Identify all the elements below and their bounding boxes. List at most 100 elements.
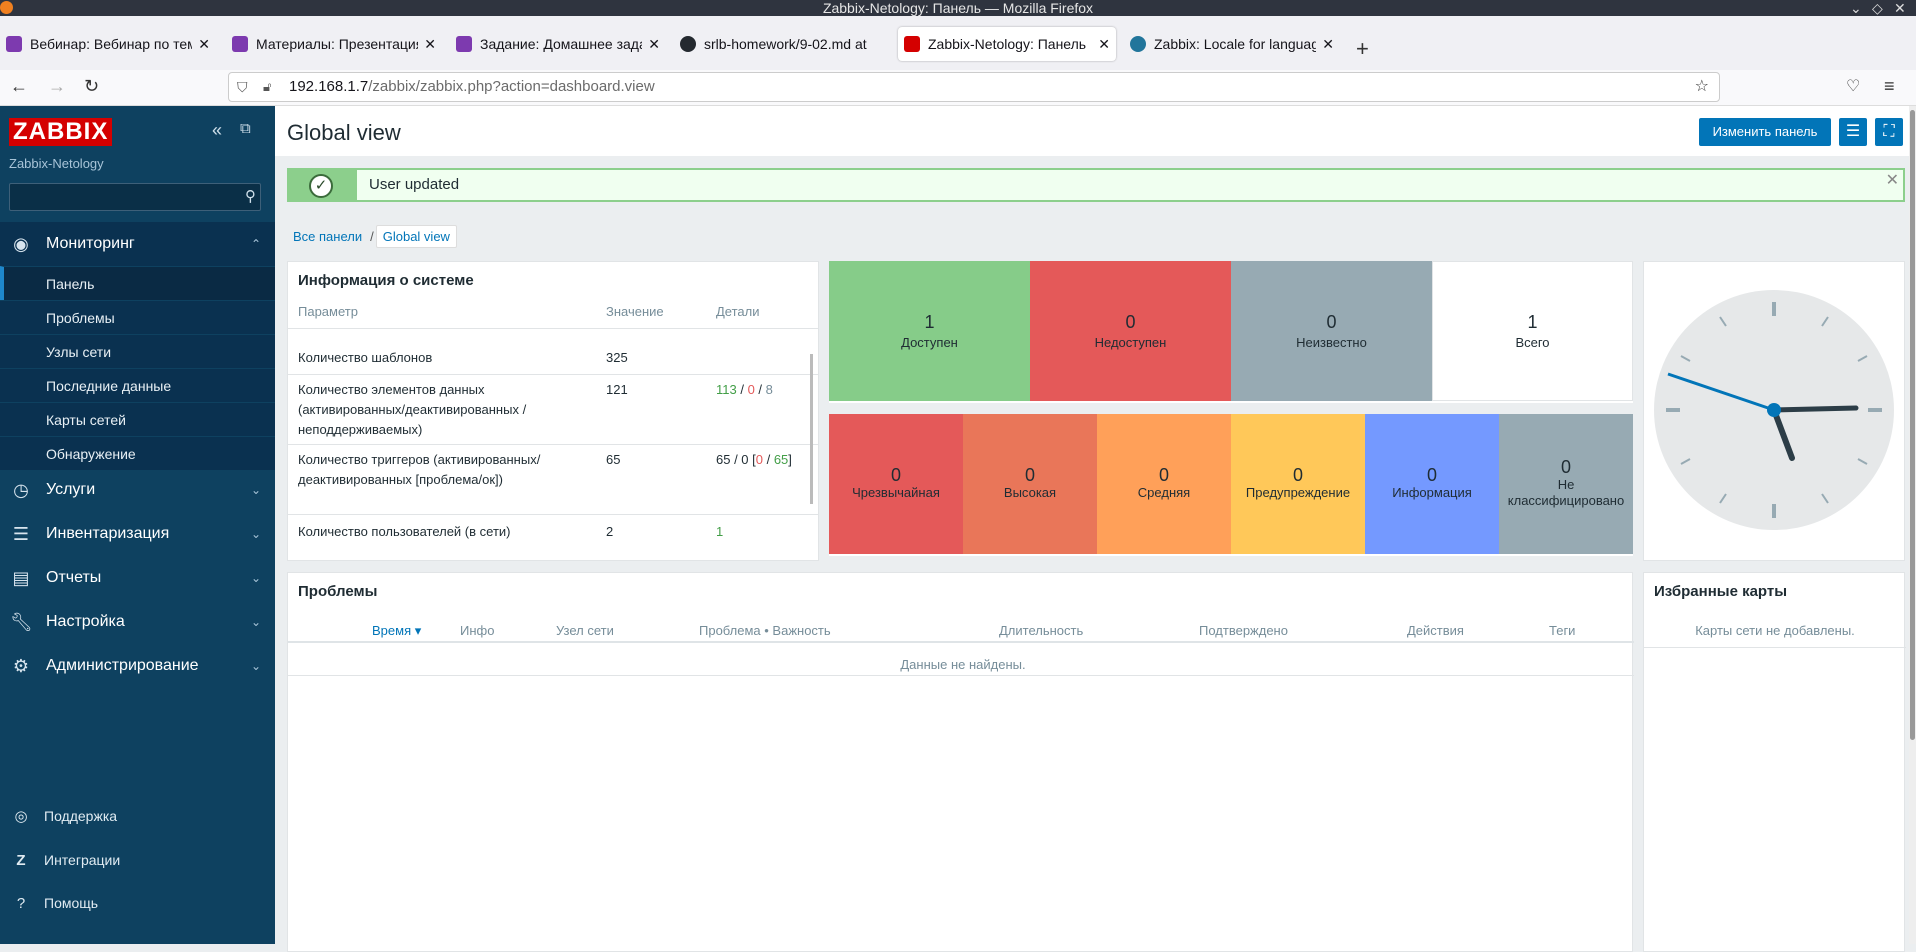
menu-administration[interactable]: ⚙ Администрирование ⌄	[0, 644, 275, 688]
close-tab-icon[interactable]: ✕	[1316, 36, 1340, 53]
insecure-lock-icon[interactable]: 🔓︎	[263, 73, 271, 101]
severity-count: 0	[890, 465, 901, 485]
chevron-down-icon: ⌄	[250, 571, 261, 585]
breadcrumb-current[interactable]: Global view	[375, 224, 457, 248]
severity-not-classified[interactable]: 0 Не классифицировано	[1499, 414, 1633, 554]
ok-count: 65	[773, 452, 789, 467]
sidebar-search-input[interactable]: ⚲	[9, 183, 261, 211]
severity-average[interactable]: 0 Средняя	[1097, 414, 1231, 554]
question-icon: ?	[16, 894, 26, 912]
close-tab-icon[interactable]: ✕	[1092, 36, 1116, 53]
no-maps-text: Карты сети не добавлены.	[1695, 623, 1855, 638]
chevron-up-icon: ⌃	[250, 237, 261, 251]
menu-label: Инвентаризация	[46, 525, 170, 542]
browser-navbar: ← → ↻ ⛉ 🔓︎ 192.168.1.7/zabbix/zabbix.php…	[0, 70, 1916, 106]
footer-support[interactable]: ◎ Поддержка	[0, 796, 275, 836]
column-header-time[interactable]: Время ▾	[372, 623, 421, 639]
unsupported-count: 8	[765, 382, 773, 397]
close-window-icon[interactable]: ✕	[1894, 0, 1906, 16]
minimize-icon[interactable]: ⌄	[1850, 0, 1862, 16]
tab-title: Вебинар: Вебинар по теме	[30, 36, 193, 52]
scrollbar-thumb[interactable]	[1910, 110, 1915, 740]
page-scrollbar[interactable]	[1909, 106, 1916, 944]
kiosk-icon[interactable]: ⧉	[240, 120, 251, 137]
tab-favicon-icon	[456, 36, 472, 52]
reload-icon[interactable]: ↻	[84, 76, 99, 97]
submenu-maps[interactable]: Карты сетей	[0, 402, 275, 436]
menu-icon: ☰	[1845, 123, 1861, 140]
severity-warning[interactable]: 0 Предупреждение	[1231, 414, 1365, 554]
tile-label: Недоступен	[1094, 335, 1167, 350]
tile-count: 0	[1125, 312, 1136, 332]
gear-icon: ⚙	[12, 655, 30, 676]
url-bar[interactable]: ⛉ 🔓︎ 192.168.1.7/zabbix/zabbix.php?actio…	[228, 72, 1720, 102]
main-content: Global view Изменить панель ☰ ⛶ ✓ User u…	[275, 106, 1916, 952]
severity-label: Чрезвычайная	[852, 485, 940, 500]
menu-monitoring[interactable]: ◉ Мониторинг ⌃	[0, 222, 275, 266]
server-name: Zabbix-Netology	[9, 156, 104, 171]
browser-tab[interactable]: Материалы: Презентация ✕	[226, 27, 442, 61]
submenu-dashboard[interactable]: Панель	[0, 266, 275, 300]
severity-information[interactable]: 0 Информация	[1365, 414, 1499, 554]
column-header: Параметр	[298, 304, 358, 319]
breadcrumb-all-dashboards[interactable]: Все панели	[287, 226, 368, 247]
breadcrumb: Все панели / Global view	[287, 224, 457, 248]
widget-scrollbar[interactable]	[810, 354, 813, 504]
app-menu-icon[interactable]: ≡	[1884, 76, 1895, 97]
browser-tab-active[interactable]: Zabbix-Netology: Панель ✕	[898, 27, 1116, 61]
maximize-icon[interactable]: ◇	[1872, 0, 1883, 16]
menu-configuration[interactable]: 🔧︎ Настройка ⌄	[0, 600, 275, 644]
severity-disaster[interactable]: 0 Чрезвычайная	[829, 414, 963, 554]
submenu-latest-data[interactable]: Последние данные	[0, 368, 275, 402]
severity-label: Высокая	[1003, 485, 1057, 500]
tab-title: Задание: Домашнее задан	[480, 36, 643, 52]
bookmark-star-icon[interactable]: ☆	[1695, 73, 1709, 101]
menu-services[interactable]: ◷ Услуги ⌄	[0, 468, 275, 512]
widget-title: Избранные карты	[1654, 583, 1788, 600]
forward-icon[interactable]: →	[48, 76, 66, 97]
shield-icon[interactable]: ⛉	[237, 73, 248, 101]
browser-tab[interactable]: Задание: Домашнее задан ✕	[450, 27, 666, 61]
submenu-hosts[interactable]: Узлы сети	[0, 334, 275, 368]
bar-chart-icon: ▤	[12, 567, 30, 588]
footer-help[interactable]: ? Помощь	[0, 883, 275, 923]
close-tab-icon[interactable]: ✕	[642, 36, 666, 53]
fullscreen-button[interactable]: ⛶	[1875, 118, 1903, 146]
column-header-host: Узел сети	[556, 623, 614, 638]
pocket-icon[interactable]: ♡	[1846, 76, 1860, 96]
row-value: 65	[606, 452, 621, 467]
column-header-info: Инфо	[460, 623, 495, 638]
submenu-discovery[interactable]: Обнаружение	[0, 436, 275, 470]
availability-available[interactable]: 1 Доступен	[829, 261, 1030, 401]
availability-unknown[interactable]: 0 Неизвестно	[1231, 261, 1432, 401]
submenu-problems[interactable]: Проблемы	[0, 300, 275, 334]
availability-unavailable[interactable]: 0 Недоступен	[1030, 261, 1231, 401]
back-icon[interactable]: ←	[10, 76, 28, 97]
close-message-icon[interactable]: ✕	[1886, 170, 1899, 190]
browser-tab[interactable]: srlb-homework/9-02.md at	[674, 27, 890, 61]
menu-inventory[interactable]: ☰ Инвентаризация ⌄	[0, 512, 275, 556]
browser-tab[interactable]: Zabbix: Locale for languag ✕	[1124, 27, 1340, 61]
tile-label: Всего	[1515, 335, 1550, 350]
browser-tab[interactable]: Вебинар: Вебинар по теме ✕	[0, 27, 216, 61]
url-path: /zabbix/zabbix.php?action=dashboard.view	[368, 78, 655, 95]
breadcrumb-separator: /	[370, 228, 374, 244]
page-title: Global view	[287, 120, 401, 145]
collapse-sidebar-icon[interactable]: «	[212, 120, 222, 141]
search-icon[interactable]: ⚲	[245, 187, 256, 205]
menu-reports[interactable]: ▤ Отчеты ⌄	[0, 556, 275, 600]
zabbix-logo[interactable]: ZABBIX	[9, 118, 113, 146]
footer-label: Помощь	[44, 895, 99, 911]
close-tab-icon[interactable]: ✕	[418, 36, 442, 53]
edit-dashboard-button[interactable]: Изменить панель	[1699, 118, 1831, 146]
dashboard-actions-button[interactable]: ☰	[1839, 118, 1867, 146]
availability-total[interactable]: 1 Всего	[1432, 261, 1633, 401]
new-tab-icon[interactable]: +	[1356, 36, 1369, 62]
eye-icon: ◉	[13, 233, 29, 254]
problems-widget: Проблемы Время ▾ Инфо Узел сети Проблема…	[287, 572, 1634, 952]
close-tab-icon[interactable]: ✕	[192, 36, 216, 53]
row-param: Количество пользователей (в сети)	[298, 524, 511, 539]
severity-high[interactable]: 0 Высокая	[963, 414, 1097, 554]
tile-count: 1	[1527, 312, 1538, 332]
footer-integrations[interactable]: Z Интеграции	[0, 840, 275, 880]
